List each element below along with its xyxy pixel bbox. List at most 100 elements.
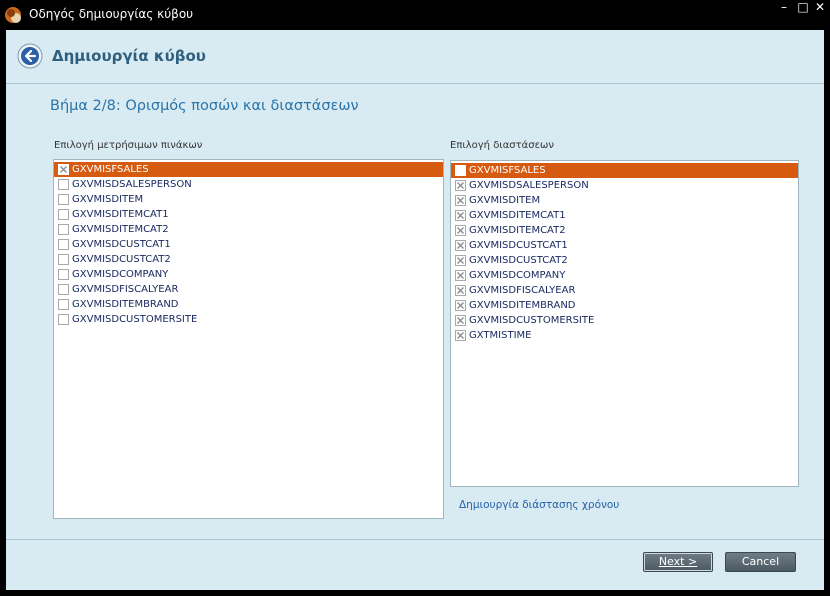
maximize-button[interactable]: □ (795, 0, 811, 16)
list-item-label: GXVMISDFISCALYEAR (72, 284, 179, 295)
list-item[interactable]: GXVMISDFISCALYEAR (451, 283, 798, 298)
list-item-label: GXVMISDCUSTCAT2 (469, 255, 568, 266)
list-item-label: GXVMISDCUSTOMERSITE (72, 314, 198, 325)
measures-label: Επιλογή μετρήσιμων πινάκων (54, 140, 203, 151)
check-x-icon (60, 166, 67, 173)
list-item-label: GXVMISDITEM (72, 194, 144, 205)
create-time-dimension-link[interactable]: Δημιουργία διάστασης χρόνου (459, 499, 619, 511)
list-item-label: GXVMISDSALESPERSON (72, 179, 192, 190)
checkbox[interactable] (58, 314, 69, 325)
list-item-label: GXVMISDSALESPERSON (469, 180, 589, 191)
list-item-label: GXVMISDITEMBRAND (72, 299, 179, 310)
list-item[interactable]: GXVMISDFISCALYEAR (54, 282, 443, 297)
checkbox-checked[interactable] (455, 240, 466, 251)
checkbox[interactable] (58, 254, 69, 265)
list-item-label: GXVMISDCUSTOMERSITE (469, 315, 595, 326)
page-title: Δημιουργία κύβου (52, 47, 206, 65)
list-item[interactable]: GXVMISDCUSTCAT1 (54, 237, 443, 252)
list-item[interactable]: GXVMISDITEMBRAND (54, 297, 443, 312)
list-item[interactable]: GXVMISDCOMPANY (54, 267, 443, 282)
wizard-window: Δημιουργία κύβου Βήμα 2/8: Ορισμός ποσών… (6, 30, 824, 590)
checkbox[interactable] (58, 269, 69, 280)
app-logo-icon (5, 7, 21, 23)
title-bar: Οδηγός δημιουργίας κύβου – □ ✕ (0, 0, 830, 30)
dimensions-list[interactable]: GXVMISFSALES GXVMISDSALESPERSON GXVMISDITE… (450, 160, 799, 487)
close-button[interactable]: ✕ (812, 0, 828, 16)
list-item[interactable]: GXVMISDITEMBRAND (451, 298, 798, 313)
list-item[interactable]: GXVMISFSALES (54, 162, 443, 177)
back-arrow-icon[interactable] (17, 43, 43, 69)
checkbox[interactable] (455, 165, 466, 176)
checkbox-checked[interactable] (455, 300, 466, 311)
list-item-label: GXVMISDITEM (469, 195, 541, 206)
checkbox-checked[interactable] (455, 195, 466, 206)
checkbox[interactable] (58, 209, 69, 220)
list-item[interactable]: GXVMISDCUSTOMERSITE (451, 313, 798, 328)
list-item[interactable]: GXVMISDCUSTCAT2 (54, 252, 443, 267)
window-title: Οδηγός δημιουργίας κύβου (29, 7, 194, 21)
list-item[interactable]: GXVMISDITEMCAT1 (54, 207, 443, 222)
list-item[interactable]: GXVMISDCUSTCAT2 (451, 253, 798, 268)
list-item[interactable]: GXVMISDITEM (54, 192, 443, 207)
check-x-icon (457, 272, 464, 279)
checkbox-checked[interactable] (455, 225, 466, 236)
checkbox-checked[interactable] (455, 330, 466, 341)
list-item-label: GXVMISFSALES (72, 164, 149, 175)
list-item-label: GXVMISDCOMPANY (72, 269, 169, 280)
check-x-icon (457, 257, 464, 264)
checkbox-checked[interactable] (455, 180, 466, 191)
list-item[interactable]: GXVMISDSALESPERSON (451, 178, 798, 193)
header-divider (6, 83, 824, 84)
footer-divider (6, 539, 824, 540)
list-item-label: GXVMISDFISCALYEAR (469, 285, 576, 296)
check-x-icon (457, 212, 464, 219)
checkbox[interactable] (58, 224, 69, 235)
list-item[interactable]: GXVMISDITEMCAT2 (451, 223, 798, 238)
list-item[interactable]: GXVMISDITEM (451, 193, 798, 208)
checkbox-checked[interactable] (455, 255, 466, 266)
check-x-icon (457, 302, 464, 309)
checkbox[interactable] (58, 239, 69, 250)
list-item[interactable]: GXVMISDCUSTCAT1 (451, 238, 798, 253)
checkbox-checked[interactable] (58, 164, 69, 175)
check-x-icon (457, 332, 464, 339)
checkbox-checked[interactable] (455, 210, 466, 221)
list-item[interactable]: GXVMISDCUSTOMERSITE (54, 312, 443, 327)
checkbox-checked[interactable] (455, 315, 466, 326)
check-x-icon (457, 317, 464, 324)
list-item-label: GXVMISDITEMCAT1 (72, 209, 169, 220)
list-item[interactable]: GXVMISDITEMCAT2 (54, 222, 443, 237)
checkbox-checked[interactable] (455, 285, 466, 296)
next-button[interactable]: Next > (643, 552, 713, 572)
check-x-icon (457, 287, 464, 294)
dimensions-label: Επιλογή διαστάσεων (450, 140, 554, 151)
wizard-header: Δημιουργία κύβου (6, 30, 824, 84)
list-item-label: GXVMISDITEMCAT1 (469, 210, 566, 221)
list-item[interactable]: GXVMISDSALESPERSON (54, 177, 443, 192)
list-item-label: GXVMISDCOMPANY (469, 270, 566, 281)
check-x-icon (457, 197, 464, 204)
cancel-button[interactable]: Cancel (725, 552, 796, 572)
list-item-label: GXVMISFSALES (469, 165, 546, 176)
check-x-icon (457, 182, 464, 189)
checkbox[interactable] (58, 179, 69, 190)
list-item[interactable]: GXVMISFSALES (451, 163, 798, 178)
list-item[interactable]: GXVMISDITEMCAT1 (451, 208, 798, 223)
check-x-icon (457, 242, 464, 249)
checkbox[interactable] (58, 284, 69, 295)
checkbox-checked[interactable] (455, 270, 466, 281)
list-item-label: GXVMISDCUSTCAT2 (72, 254, 171, 265)
list-item-label: GXVMISDITEMCAT2 (469, 225, 566, 236)
checkbox[interactable] (58, 299, 69, 310)
list-item-label: GXVMISDITEMCAT2 (72, 224, 169, 235)
list-item-label: GXVMISDCUSTCAT1 (469, 240, 568, 251)
check-x-icon (457, 227, 464, 234)
list-item[interactable]: GXTMISTIME (451, 328, 798, 343)
list-item-label: GXTMISTIME (469, 330, 532, 341)
list-item[interactable]: GXVMISDCOMPANY (451, 268, 798, 283)
measures-list[interactable]: GXVMISFSALES GXVMISDSALESPERSON GXVMISDITE… (53, 159, 444, 519)
checkbox[interactable] (58, 194, 69, 205)
next-button-label: Next > (658, 555, 698, 568)
step-title: Βήμα 2/8: Ορισμός ποσών και διαστάσεων (50, 98, 359, 114)
minimize-button[interactable]: – (776, 0, 792, 16)
